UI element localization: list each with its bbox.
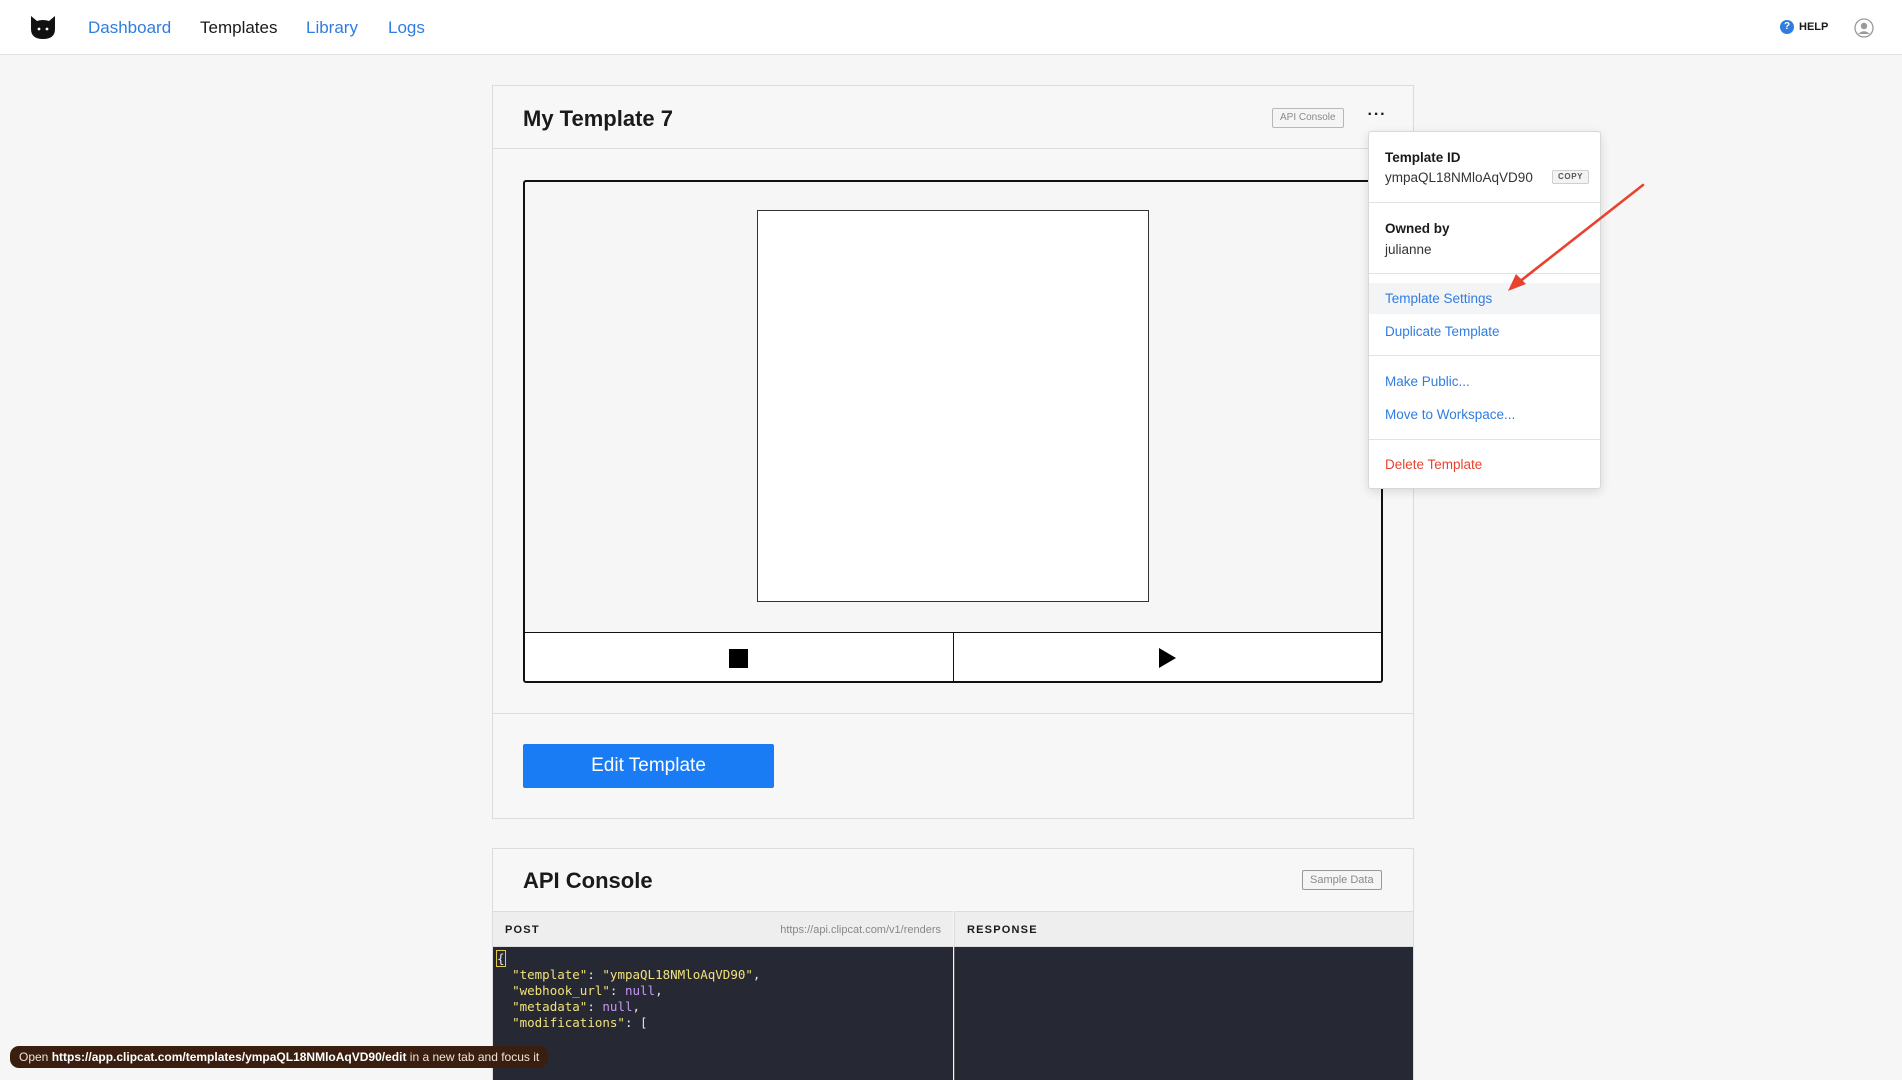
template-title: My Template 7 (523, 106, 673, 131)
template-card: My Template 7 API Console ··· Edit Templ… (492, 85, 1414, 819)
status-url: https://app.clipcat.com/templates/ympaQL… (51, 1050, 407, 1064)
divider (493, 713, 1413, 714)
api-console-card: API Console Sample Data POST https://api… (492, 848, 1414, 1080)
owned-by-label: Owned by (1385, 221, 1450, 236)
template-card-header: My Template 7 API Console ··· (493, 86, 1413, 149)
nav-link-dashboard[interactable]: Dashboard (88, 18, 171, 38)
top-navigation: Dashboard Templates Library Logs ? HELP (0, 0, 1902, 55)
edit-template-button[interactable]: Edit Template (523, 744, 774, 788)
play-icon (1158, 648, 1176, 668)
request-code-editor[interactable]: { "template": "ympaQL18NMloAqVD90", "web… (493, 947, 953, 1080)
owner-name: julianne (1385, 242, 1432, 257)
stop-icon (729, 648, 749, 668)
api-console-title: API Console (523, 868, 653, 893)
menu-item-delete-template[interactable]: Delete Template (1369, 449, 1600, 480)
template-id-label: Template ID (1385, 150, 1461, 165)
copy-id-button[interactable]: COPY (1552, 170, 1590, 184)
user-avatar-icon[interactable] (1854, 18, 1874, 38)
preview-canvas (757, 210, 1149, 602)
divider (1369, 273, 1600, 274)
status-suffix: in a new tab and focus it (409, 1050, 540, 1064)
help-label: HELP (1799, 21, 1829, 33)
template-preview (523, 180, 1383, 683)
nav-link-logs[interactable]: Logs (388, 18, 425, 38)
menu-item-template-settings[interactable]: Template Settings (1369, 283, 1600, 314)
help-icon: ? (1780, 20, 1794, 34)
divider (1369, 202, 1600, 203)
post-url: https://api.clipcat.com/v1/renders (780, 924, 941, 936)
response-panel-header: RESPONSE (954, 911, 1413, 947)
more-options-icon[interactable]: ··· (1365, 104, 1389, 128)
playback-controls (525, 632, 1382, 681)
nav-link-library[interactable]: Library (306, 18, 358, 38)
response-panel (954, 947, 1413, 1080)
template-options-menu: Template ID ympaQL18NMloAqVD90 COPY Owne… (1368, 131, 1601, 489)
post-panel-header: POST https://api.clipcat.com/v1/renders (493, 911, 953, 947)
divider (1369, 439, 1600, 440)
sample-data-button[interactable]: Sample Data (1302, 870, 1382, 890)
link-status-tooltip: Open https://app.clipcat.com/templates/y… (10, 1046, 549, 1068)
help-button[interactable]: ? HELP (1780, 20, 1828, 34)
cat-logo-icon[interactable] (29, 14, 57, 40)
api-console-button[interactable]: API Console (1272, 108, 1344, 128)
response-label: RESPONSE (967, 924, 1038, 936)
template-id-value: ympaQL18NMloAqVD90 (1385, 170, 1533, 185)
menu-item-duplicate-template[interactable]: Duplicate Template (1369, 316, 1600, 347)
menu-item-move-to-workspace[interactable]: Move to Workspace... (1369, 399, 1600, 430)
divider (1369, 355, 1600, 356)
request-code: { "template": "ympaQL18NMloAqVD90", "web… (496, 950, 761, 1030)
play-button[interactable] (952, 633, 1382, 681)
status-prefix: Open (19, 1050, 49, 1064)
post-label: POST (505, 924, 540, 936)
nav-link-templates[interactable]: Templates (200, 18, 277, 38)
stop-button[interactable] (525, 633, 953, 681)
menu-item-make-public[interactable]: Make Public... (1369, 366, 1600, 397)
